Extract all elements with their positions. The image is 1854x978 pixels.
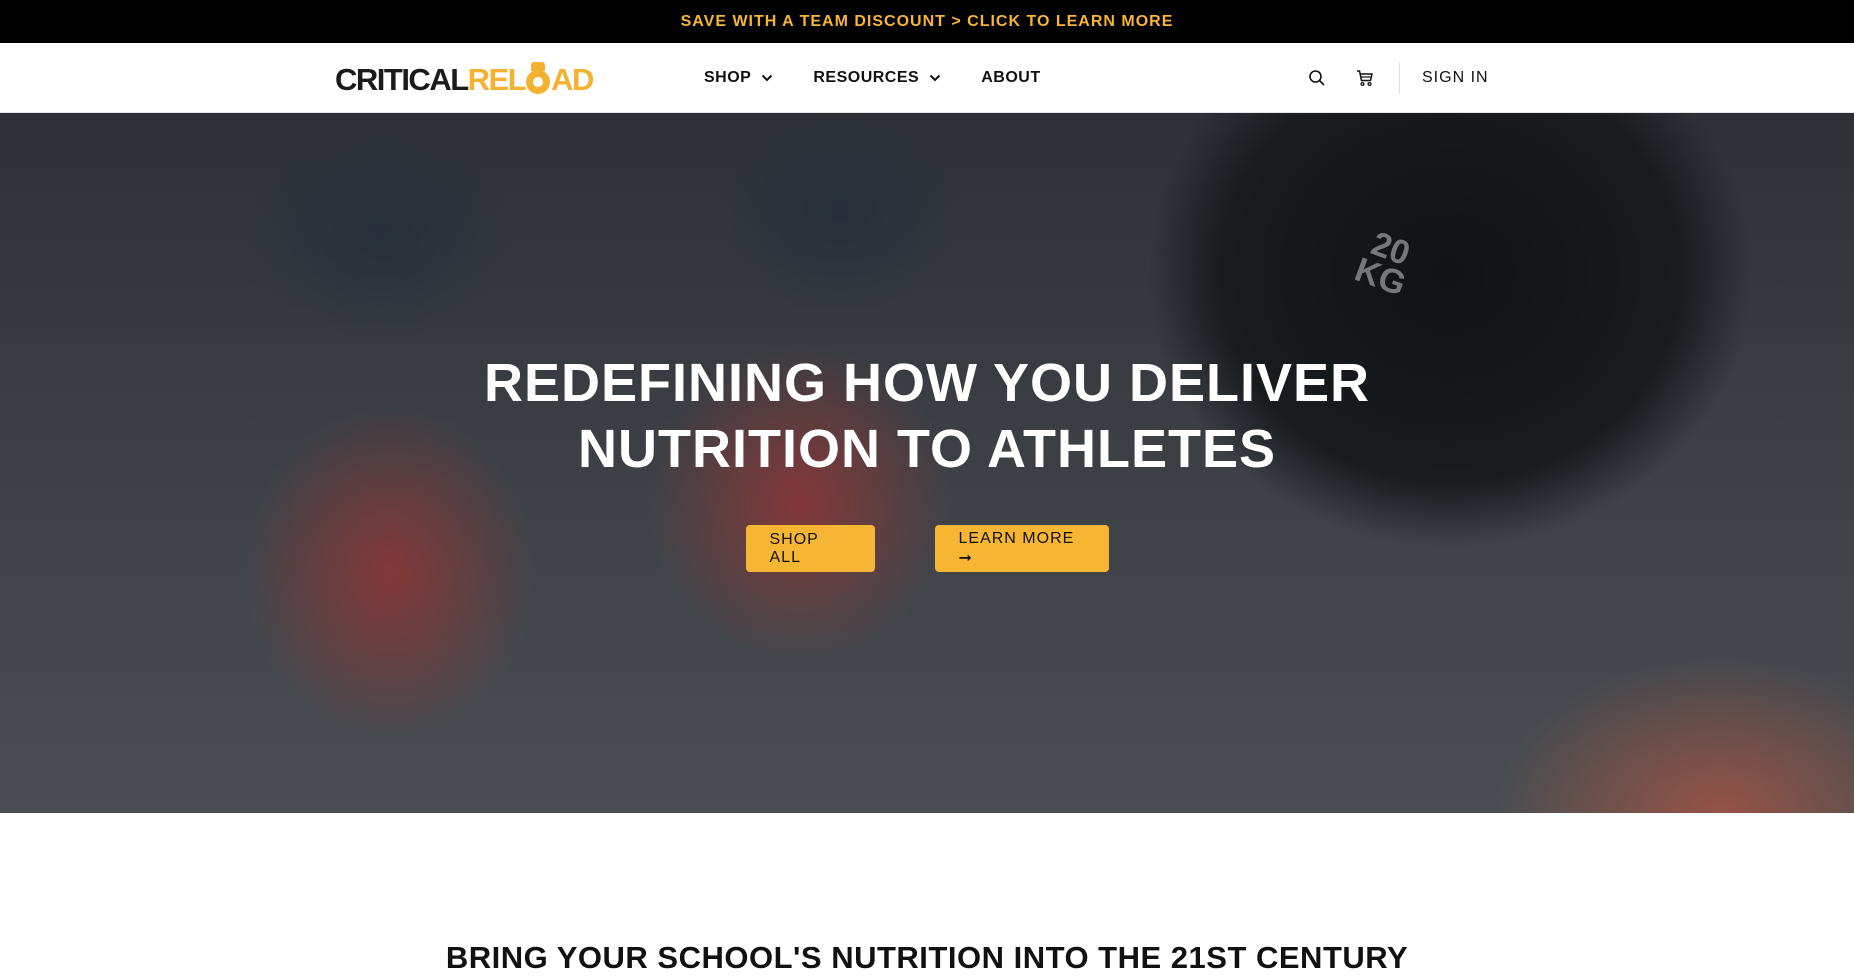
logo[interactable]: CRITICAL REL AD — [335, 62, 594, 97]
header-divider — [1399, 63, 1400, 93]
chevron-down-icon — [762, 74, 773, 82]
nav-resources-label: RESOURCES — [813, 69, 920, 86]
nav-about[interactable]: ABOUT — [981, 69, 1040, 87]
section-title: BRING YOUR SCHOOL'S NUTRITION INTO THE 2… — [445, 940, 1409, 975]
announcement-bar: SAVE WITH A TEAM DISCOUNT > CLICK TO LEA… — [0, 0, 1854, 43]
learn-more-button[interactable]: LEARN MORE ➞ — [934, 525, 1109, 572]
logo-weight-plate-icon — [526, 62, 551, 94]
main-nav: SHOP RESOURCES ABOUT — [704, 43, 1041, 113]
search-button[interactable] — [1305, 66, 1329, 90]
team-discount-link[interactable]: SAVE WITH A TEAM DISCOUNT > CLICK TO LEA… — [681, 13, 1174, 31]
nav-shop-label: SHOP — [704, 69, 752, 86]
sign-in-link[interactable]: SIGN IN — [1422, 69, 1489, 87]
site-header: CRITICAL REL AD SHOP RESOURCES ABOUT SIG… — [0, 43, 1854, 113]
hero-section: 20 KG REDEFINING HOW YOU DELIVER NUTRITI… — [0, 113, 1854, 813]
hero-title: REDEFINING HOW YOU DELIVER NUTRITION TO … — [0, 350, 1854, 482]
nav-about-label: ABOUT — [981, 69, 1041, 86]
logo-text-ad: AD — [551, 62, 594, 97]
cart-icon — [1357, 70, 1373, 87]
nav-resources[interactable]: RESOURCES — [813, 69, 941, 87]
shop-all-button[interactable]: SHOP ALL — [745, 525, 875, 572]
logo-text-rel: REL — [467, 62, 527, 97]
hero-title-line1: REDEFINING HOW YOU DELIVER — [483, 353, 1371, 413]
hero-buttons: SHOP ALL LEARN MORE ➞ — [0, 525, 1854, 572]
cart-button[interactable] — [1353, 66, 1377, 90]
chevron-down-icon — [929, 74, 941, 82]
nav-shop[interactable]: SHOP — [704, 69, 773, 87]
logo-text-critical: CRITICAL — [335, 62, 469, 97]
weight-plate-label: 20 KG — [1350, 225, 1419, 304]
search-icon — [1309, 70, 1325, 86]
header-actions: SIGN IN — [1305, 43, 1489, 113]
hero-title-line2: NUTRITION TO ATHLETES — [578, 419, 1276, 479]
